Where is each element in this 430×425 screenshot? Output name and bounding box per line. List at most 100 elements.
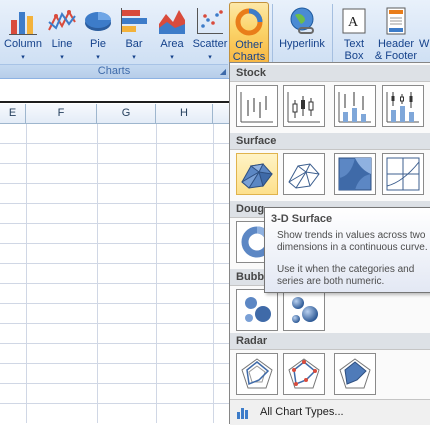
svg-text:A: A bbox=[348, 15, 359, 30]
column-chart-icon bbox=[9, 12, 37, 35]
text-box-label-2: Box bbox=[344, 50, 364, 62]
stock-section-header: Stock bbox=[230, 65, 430, 82]
gridline bbox=[0, 203, 230, 204]
radar-icon bbox=[241, 358, 273, 389]
all-chart-types-link[interactable]: All Chart Types... bbox=[260, 406, 344, 418]
header-footer-label-1: Header bbox=[377, 38, 415, 50]
other-charts-label-1: Other bbox=[235, 39, 263, 51]
gridline bbox=[26, 124, 27, 423]
gridline bbox=[0, 243, 230, 244]
other-charts-button[interactable]: OtherCharts ▾ bbox=[229, 2, 269, 74]
gridline bbox=[0, 223, 230, 224]
gridline bbox=[0, 303, 230, 304]
radar-tile[interactable] bbox=[236, 353, 278, 395]
header-footer-label-2: & Footer bbox=[374, 50, 418, 62]
surface-contour-icon bbox=[338, 157, 372, 191]
area-chart-icon bbox=[159, 10, 185, 34]
column-header-h[interactable]: H bbox=[156, 104, 213, 124]
radar-markers-tile[interactable] bbox=[283, 353, 325, 395]
column-g-label: G bbox=[121, 107, 131, 119]
gridline bbox=[0, 163, 230, 164]
scatter-chart-button[interactable]: Scatter ▾ bbox=[190, 2, 230, 64]
stock-vohlc-icon bbox=[386, 92, 419, 123]
charts-group-label: Charts ◢ bbox=[0, 64, 228, 78]
column-header-f[interactable]: F bbox=[26, 104, 97, 124]
bar-label: Bar bbox=[125, 38, 143, 50]
wordart-button[interactable]: W bbox=[419, 2, 430, 64]
column-header-g[interactable]: G bbox=[97, 104, 156, 124]
surface-3d-icon bbox=[241, 163, 273, 189]
bubble-3d-tile[interactable] bbox=[283, 289, 325, 331]
radar-heading: Radar bbox=[236, 335, 268, 347]
gridline bbox=[97, 124, 98, 423]
surface-contour-tile[interactable] bbox=[334, 153, 376, 195]
tooltip-description: Show trends in values across two dimensi… bbox=[277, 230, 428, 253]
gridline bbox=[0, 323, 230, 324]
surface-contour-wireframe-icon bbox=[386, 157, 420, 191]
gridline bbox=[0, 283, 230, 284]
bar-chart-icon bbox=[121, 8, 147, 34]
surface-wireframe-icon bbox=[288, 163, 320, 189]
text-box-icon: A bbox=[342, 8, 366, 34]
all-chart-types-row[interactable]: All Chart Types... bbox=[230, 399, 430, 425]
doughnut-heading: Doug bbox=[236, 203, 265, 215]
worksheet-grid[interactable] bbox=[0, 124, 230, 423]
charts-group-text: Charts bbox=[97, 65, 131, 77]
gridline bbox=[0, 383, 230, 384]
globe-link-icon bbox=[290, 7, 314, 34]
text-box-button[interactable]: A Text Box bbox=[336, 2, 372, 64]
column-chart-button[interactable]: Column ▾ bbox=[2, 2, 44, 64]
header-footer-button[interactable]: Header & Footer bbox=[374, 2, 418, 64]
surface-tooltip: 3-D Surface Show trends in values across… bbox=[264, 207, 430, 293]
hyperlink-button[interactable]: Hyperlink bbox=[276, 2, 328, 64]
gridline bbox=[0, 403, 230, 404]
tooltip-title: 3-D Surface bbox=[271, 213, 333, 225]
wordart-label: W bbox=[419, 38, 430, 50]
stock-ohlc-tile[interactable] bbox=[283, 85, 325, 127]
area-chart-button[interactable]: Area ▾ bbox=[154, 2, 190, 64]
column-label: Column bbox=[4, 38, 42, 50]
header-footer-icon bbox=[386, 7, 406, 35]
hyperlink-label: Hyperlink bbox=[279, 38, 325, 50]
scatter-label: Scatter bbox=[192, 38, 228, 50]
surface-wireframe-tile[interactable] bbox=[283, 153, 325, 195]
bubble-heading: Bubb bbox=[236, 271, 265, 283]
gridline bbox=[156, 124, 157, 423]
surface-section-header: Surface bbox=[230, 133, 430, 150]
bubble-3d-icon bbox=[292, 297, 318, 323]
column-f-label: F bbox=[57, 107, 65, 119]
stock-hlc-icon bbox=[240, 92, 273, 123]
tooltip-usage: Use it when the categories and series ar… bbox=[277, 264, 415, 287]
pie-chart-button[interactable]: Pie ▾ bbox=[80, 2, 116, 64]
radar-filled-icon bbox=[339, 358, 371, 389]
surface-heading: Surface bbox=[236, 135, 277, 147]
line-label: Line bbox=[51, 38, 73, 50]
column-e-label: E bbox=[8, 107, 17, 119]
bar-chart-button[interactable]: Bar ▾ bbox=[116, 2, 152, 64]
pie-label: Pie bbox=[90, 38, 106, 50]
dialog-launcher-icon[interactable]: ◢ bbox=[220, 67, 226, 76]
column-header-e[interactable]: E bbox=[0, 104, 26, 124]
gridline bbox=[0, 143, 230, 144]
other-charts-icon bbox=[235, 8, 263, 36]
scatter-chart-icon bbox=[197, 8, 223, 34]
formula-area bbox=[0, 79, 230, 103]
gridline bbox=[0, 343, 230, 344]
stock-hlc-tile[interactable] bbox=[236, 85, 278, 127]
bubble-tile[interactable] bbox=[236, 289, 278, 331]
surface-contour-wireframe-tile[interactable] bbox=[382, 153, 424, 195]
gridline bbox=[0, 183, 230, 184]
gridline bbox=[213, 124, 214, 423]
stock-heading: Stock bbox=[236, 67, 266, 79]
stock-ohlc-icon bbox=[287, 92, 320, 123]
stock-vhlc-tile[interactable] bbox=[334, 85, 376, 127]
area-label: Area bbox=[160, 38, 184, 50]
line-chart-button[interactable]: Line ▾ bbox=[44, 2, 80, 64]
stock-vhlc-icon bbox=[338, 92, 371, 123]
gridline bbox=[0, 263, 230, 264]
bubble-icon bbox=[245, 297, 271, 322]
stock-vohlc-tile[interactable] bbox=[382, 85, 424, 127]
pie-chart-icon bbox=[85, 12, 111, 31]
radar-filled-tile[interactable] bbox=[334, 353, 376, 395]
surface-3d-tile[interactable] bbox=[236, 153, 278, 195]
